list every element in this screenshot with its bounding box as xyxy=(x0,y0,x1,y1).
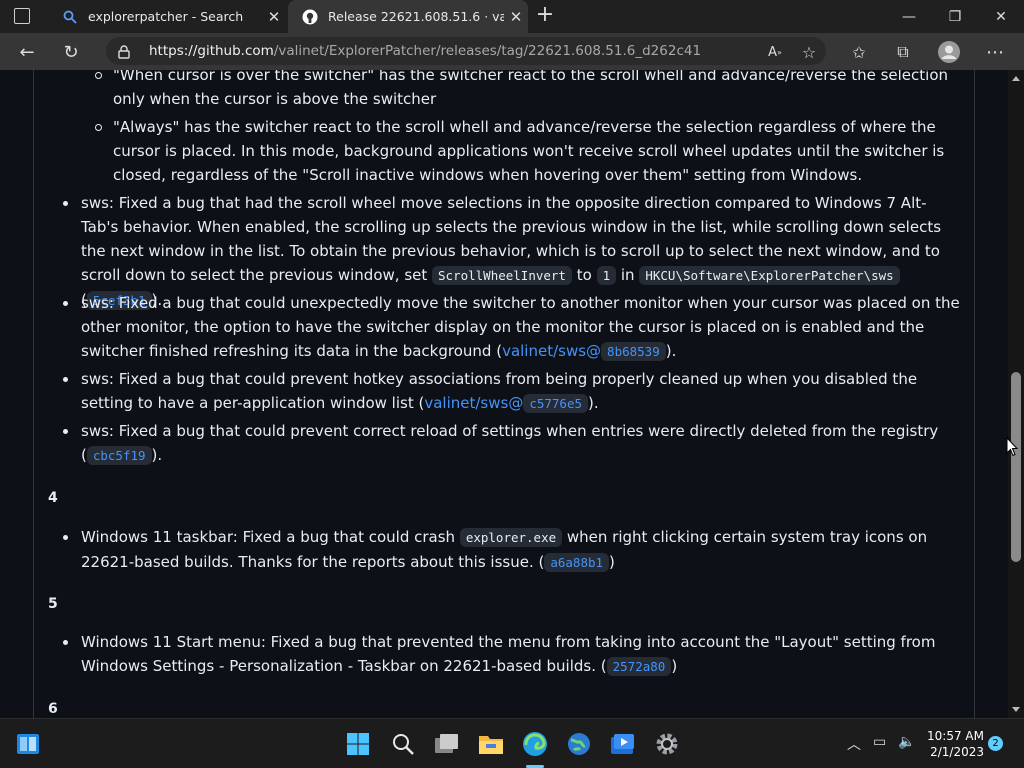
list-item-text: "When cursor is over the switcher" has t… xyxy=(113,70,949,108)
favorites-icon[interactable]: ✩ xyxy=(846,39,872,65)
tab-actions-icon[interactable] xyxy=(14,8,30,24)
mouse-pointer-icon xyxy=(1006,436,1019,461)
list-item-sub: "Always" has the switcher react to the s… xyxy=(95,115,963,187)
vertical-scrollbar[interactable] xyxy=(1008,70,1024,718)
close-tab-icon[interactable]: ✕ xyxy=(262,8,286,26)
list-item: sws: Fixed a bug that could prevent hotk… xyxy=(63,367,961,416)
tab-search[interactable]: explorerpatcher - Search ✕ xyxy=(48,0,286,33)
list-item: sws: Fixed a bug that could unexpectedly… xyxy=(63,291,961,364)
profile-avatar[interactable] xyxy=(936,39,962,65)
commit-hash: 2572a80 xyxy=(606,657,672,676)
commit-link[interactable]: a6a88b1 xyxy=(544,553,610,572)
add-favorite-icon[interactable]: ☆ xyxy=(796,39,822,65)
inline-code: ScrollWheelInvert xyxy=(432,266,572,285)
inline-code: HKCU\Software\ExplorerPatcher\sws xyxy=(639,266,900,285)
repo-link-text: valinet/sws@ xyxy=(502,342,602,360)
file-explorer-icon[interactable] xyxy=(475,728,507,760)
globe-app-icon[interactable] xyxy=(563,728,595,760)
section-heading: 5 xyxy=(48,596,58,612)
search-icon xyxy=(62,9,78,25)
bullet-dot xyxy=(63,301,68,306)
list-item-text: sws: Fixed a bug that could prevent corr… xyxy=(81,422,939,464)
commit-hash: 8b68539 xyxy=(601,342,666,361)
network-icon[interactable]: ▭ xyxy=(873,734,886,750)
scroll-down-arrow-icon[interactable] xyxy=(1012,707,1020,712)
list-item-text: ) xyxy=(671,657,678,675)
close-tab-icon[interactable]: ✕ xyxy=(504,8,528,26)
settings-gear-icon[interactable] xyxy=(651,728,683,760)
url-text[interactable]: https://github.com/valinet/ExplorerPatch… xyxy=(149,43,701,59)
bullet-dot xyxy=(63,377,68,382)
collections-icon[interactable]: ⧉ xyxy=(890,39,916,65)
browser-tab-strip: explorerpatcher - Search ✕ Release 22621… xyxy=(0,0,1024,33)
list-item-text: to xyxy=(571,266,597,284)
bullet-dot xyxy=(63,640,68,645)
section-heading: 4 xyxy=(48,490,58,506)
commit-link[interactable]: valinet/sws@ c5776e5 xyxy=(424,394,589,413)
system-clock[interactable]: 10:57 AM 2/1/2023 xyxy=(924,728,984,760)
bullet-dot xyxy=(63,535,68,540)
bullet-circle xyxy=(95,124,102,131)
commit-hash: c5776e5 xyxy=(523,394,589,413)
minimize-button[interactable]: — xyxy=(886,0,932,33)
commit-hash: a6a88b1 xyxy=(544,553,610,572)
widgets-icon[interactable] xyxy=(12,728,44,760)
address-bar[interactable]: https://github.com/valinet/ExplorerPatch… xyxy=(106,37,826,65)
close-window-button[interactable]: ✕ xyxy=(978,0,1024,33)
list-item: Windows 11 taskbar: Fixed a bug that cou… xyxy=(63,525,961,575)
repo-link-text: valinet/sws@ xyxy=(424,394,524,412)
windows-taskbar: ︿ ▭ 🔈 10:57 AM 2/1/2023 2 xyxy=(0,718,1024,768)
volume-icon[interactable]: 🔈 xyxy=(898,734,915,750)
list-item-sub: "When cursor is over the switcher" has t… xyxy=(95,70,963,111)
inline-code: 1 xyxy=(596,266,617,285)
github-icon xyxy=(302,9,318,25)
list-item-text: ). xyxy=(151,446,163,464)
list-item-text: Windows 11 taskbar: Fixed a bug that cou… xyxy=(81,528,460,546)
notification-badge[interactable]: 2 xyxy=(988,736,1003,751)
start-button-icon[interactable] xyxy=(342,728,374,760)
list-item: Windows 11 Start menu: Fixed a bug that … xyxy=(63,630,961,679)
section-heading: 6 xyxy=(48,701,58,717)
list-item-text: Windows 11 Start menu: Fixed a bug that … xyxy=(81,633,936,675)
refresh-button[interactable]: ↻ xyxy=(58,39,84,65)
list-item-text: in xyxy=(616,266,640,284)
read-aloud-icon[interactable]: A» xyxy=(762,39,788,65)
list-item: sws: Fixed a bug that could prevent corr… xyxy=(63,419,961,468)
new-tab-button[interactable]: + xyxy=(534,4,556,28)
bullet-dot xyxy=(63,429,68,434)
list-item-text: ). xyxy=(588,394,599,412)
commit-link[interactable]: 2572a80 xyxy=(606,657,672,676)
edge-browser-icon[interactable] xyxy=(519,728,551,760)
list-item-text: "Always" has the switcher react to the s… xyxy=(113,118,945,184)
clock-date: 2/1/2023 xyxy=(930,745,984,759)
commit-link[interactable]: valinet/sws@ 8b68539 xyxy=(502,342,666,361)
back-button[interactable]: ← xyxy=(14,39,40,65)
tab-github-release[interactable]: Release 22621.608.51.6 · valinet/E ✕ xyxy=(288,0,528,33)
media-app-icon[interactable] xyxy=(607,728,639,760)
clock-time: 10:57 AM xyxy=(927,729,984,743)
scroll-up-arrow-icon[interactable] xyxy=(1012,76,1020,81)
address-toolbar: ← ↻ https://github.com/valinet/ExplorerP… xyxy=(0,33,1024,70)
bullet-dot xyxy=(63,201,68,206)
bullet-circle xyxy=(95,72,102,79)
tab-title: explorerpatcher - Search xyxy=(88,9,244,24)
url-host: https://github.com xyxy=(149,43,274,59)
tab-title: Release 22621.608.51.6 · valinet/E xyxy=(328,9,504,24)
restore-button[interactable]: ❐ xyxy=(932,0,978,33)
search-icon[interactable] xyxy=(387,728,419,760)
commit-link[interactable]: cbc5f19 xyxy=(86,446,152,465)
chevron-up-icon[interactable]: ︿ xyxy=(847,734,861,754)
more-menu-icon[interactable]: ⋯ xyxy=(982,39,1008,65)
list-item-text: ) xyxy=(609,553,615,571)
task-view-icon[interactable] xyxy=(431,728,463,760)
scrollbar-thumb[interactable] xyxy=(1011,372,1021,562)
inline-code: explorer.exe xyxy=(459,528,563,547)
list-item-text: ). xyxy=(665,342,677,360)
release-notes-page: "When cursor is over the switcher" has t… xyxy=(0,70,1008,718)
url-path: /valinet/ExplorerPatcher/releases/tag/22… xyxy=(273,43,702,59)
commit-hash: cbc5f19 xyxy=(86,446,152,465)
lock-icon[interactable] xyxy=(118,44,130,63)
